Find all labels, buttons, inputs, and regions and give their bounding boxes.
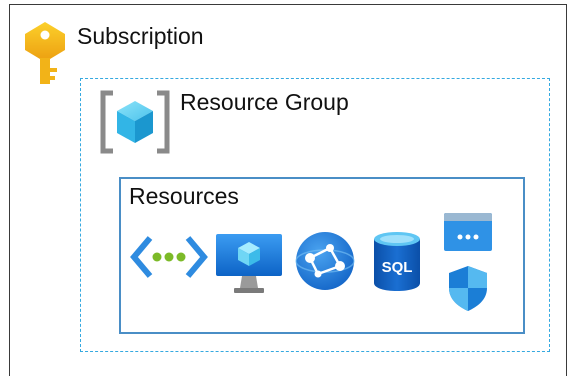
key-icon <box>25 22 65 84</box>
resource-group-icon <box>100 90 170 154</box>
sql-database-icon: SQL <box>374 232 420 291</box>
resource-group-title: Resource Group <box>180 89 349 115</box>
resources-title: Resources <box>129 183 239 209</box>
app-service-icon <box>444 213 492 251</box>
sql-label: SQL <box>382 259 413 276</box>
security-shield-icon <box>449 266 487 311</box>
virtual-machine-icon <box>216 234 282 293</box>
cosmos-db-icon <box>295 232 355 290</box>
virtual-network-icon <box>130 236 208 278</box>
subscription-title: Subscription <box>77 23 204 49</box>
